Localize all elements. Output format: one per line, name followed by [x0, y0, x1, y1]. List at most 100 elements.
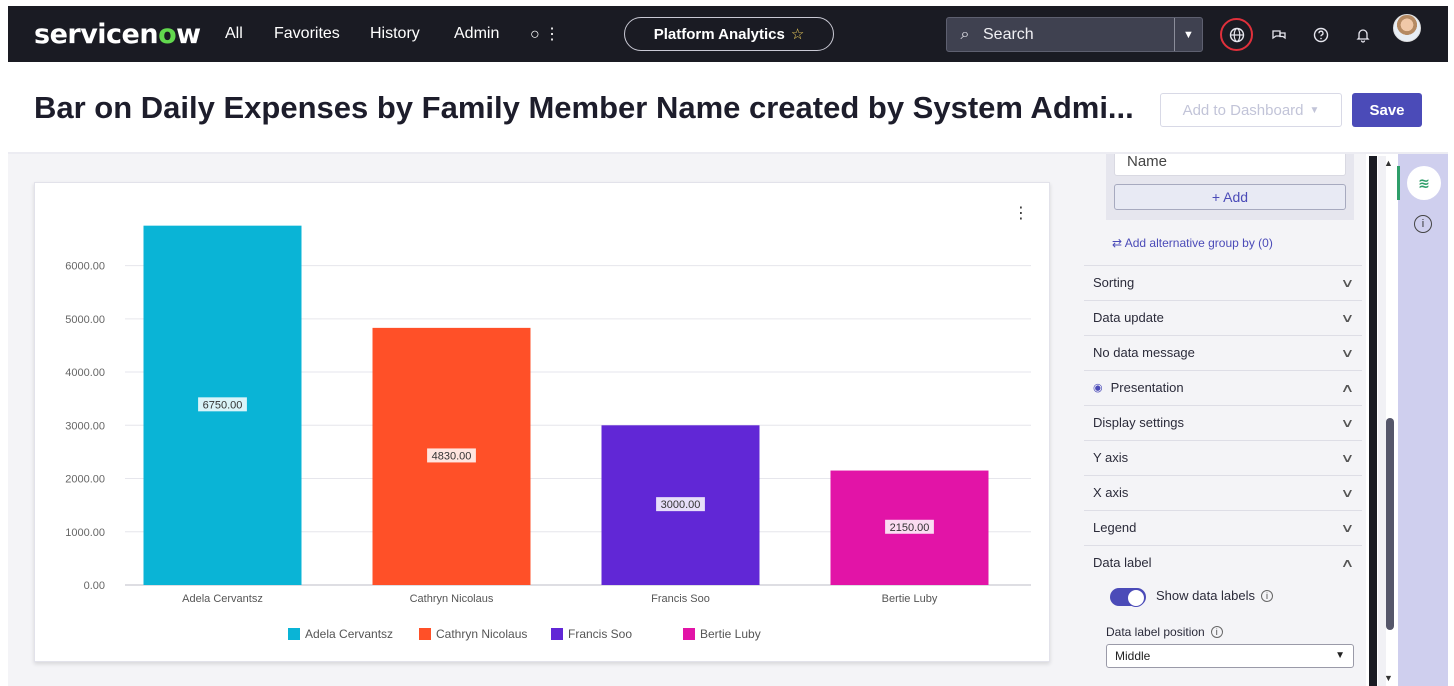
chevron-up-icon: ∧: [1340, 555, 1355, 570]
section-label: Legend: [1093, 520, 1137, 535]
user-avatar[interactable]: [1393, 14, 1421, 42]
chevron-down-icon: ∨: [1340, 485, 1355, 500]
info-icon[interactable]: i: [1261, 589, 1274, 602]
section-no-data-message[interactable]: No data message ∨: [1084, 335, 1362, 369]
servicenow-logo[interactable]: servicenow: [34, 19, 201, 50]
platform-analytics-pill[interactable]: Platform Analytics ☆: [624, 17, 834, 51]
pill-label: Platform Analytics: [653, 25, 785, 43]
section-label: Display settings: [1093, 415, 1185, 430]
chat-icon[interactable]: [1266, 22, 1292, 48]
add-to-dashboard-button[interactable]: Add to Dashboard ▼: [1160, 93, 1342, 127]
x-tick-label: Francis Soo: [651, 593, 710, 605]
section-label: X axis: [1093, 485, 1129, 500]
chart-legend: Adela Cervantsz Cathryn Nicolaus Francis S…: [35, 627, 1051, 647]
y-tick-label: 3000.00: [65, 420, 105, 432]
legend-label: Bertie Luby: [700, 627, 761, 641]
logo-text-end: w: [176, 19, 201, 50]
chevron-down-icon: ∨: [1340, 450, 1355, 465]
scroll-up-arrow-icon[interactable]: ▲: [1384, 158, 1393, 168]
x-tick-label: Cathryn Nicolaus: [410, 593, 494, 605]
chart-card: 0.00 1000.00 2000.00 3000.00 4000.00 5000.00 6…: [34, 182, 1050, 662]
alt-group-label: Add alternative group by (0): [1124, 236, 1273, 250]
legend-label: Cathryn Nicolaus: [436, 627, 528, 641]
y-tick-label: 5000.00: [65, 314, 105, 326]
data-label-position-label: Data label position: [1106, 625, 1205, 639]
chevron-up-icon: ∧: [1340, 380, 1355, 395]
search-icon: ⌕: [960, 25, 970, 43]
legend-item[interactable]: Bertie Luby: [683, 627, 761, 641]
chevron-down-icon: ∨: [1340, 345, 1355, 360]
chevron-down-icon: ∨: [1340, 310, 1355, 325]
add-group-button[interactable]: + Add: [1114, 184, 1346, 210]
section-label: Y axis: [1093, 450, 1129, 465]
nav-admin[interactable]: Admin: [454, 25, 499, 43]
settings-sliders-icon[interactable]: ≋: [1407, 166, 1441, 200]
side-rail: [1398, 154, 1448, 686]
legend-item[interactable]: Francis Soo: [551, 627, 632, 641]
data-label-position-row: Data label position i: [1106, 625, 1223, 639]
nav-favorites[interactable]: Favorites: [274, 25, 340, 43]
eye-icon: ◉: [1093, 382, 1103, 394]
y-tick-label: 6000.00: [65, 261, 105, 273]
logo-text: servicen: [34, 19, 159, 50]
section-label: Data update: [1093, 310, 1164, 325]
section-label: Presentation: [1110, 380, 1184, 395]
rail-active-indicator: [1397, 166, 1400, 200]
bar-chart: 0.00 1000.00 2000.00 3000.00 4000.00 5000.00 6…: [65, 225, 1031, 605]
section-data-label[interactable]: Data label ∧: [1084, 545, 1362, 579]
section-legend[interactable]: Legend ∨: [1084, 510, 1362, 544]
legend-item[interactable]: Adela Cervantsz: [288, 627, 393, 641]
section-x-axis[interactable]: X axis ∨: [1084, 475, 1362, 509]
section-sorting[interactable]: Sorting ∨: [1084, 265, 1362, 299]
help-icon[interactable]: [1308, 22, 1334, 48]
legend-swatch: [288, 628, 300, 640]
show-data-labels-row: Show data labels i: [1156, 588, 1274, 603]
legend-swatch: [551, 628, 563, 640]
top-navigation-bar: servicenow All Favorites History Admin ○…: [8, 6, 1448, 62]
chevron-down-icon: ▼: [1309, 104, 1320, 116]
section-label: No data message: [1093, 345, 1195, 360]
configuration-panel: Name + Add ⇄ Add alternative group by (0…: [1076, 154, 1366, 686]
scroll-down-arrow-icon[interactable]: ▼: [1384, 673, 1393, 683]
y-tick-label: 0.00: [84, 580, 105, 592]
legend-item[interactable]: Cathryn Nicolaus: [419, 627, 527, 641]
nav-all[interactable]: All: [225, 25, 243, 43]
select-arrow-icon: ▼: [1335, 650, 1345, 661]
section-label: Sorting: [1093, 275, 1135, 290]
data-label: 2150.00: [890, 522, 930, 534]
y-tick-label: 2000.00: [65, 474, 105, 486]
section-display-settings[interactable]: Display settings ∨: [1084, 405, 1362, 439]
data-label-position-select[interactable]: Middle ▼: [1106, 644, 1354, 668]
chevron-down-icon: ∨: [1340, 415, 1355, 430]
search-scope-dropdown[interactable]: ▼: [1174, 18, 1202, 51]
page-title: Bar on Daily Expenses by Family Member N…: [34, 90, 1134, 125]
group-by-field[interactable]: Name: [1114, 154, 1346, 176]
notification-bell-icon[interactable]: [1350, 22, 1376, 48]
y-tick-label: 4000.00: [65, 367, 105, 379]
legend-swatch: [419, 628, 431, 640]
show-data-labels-toggle[interactable]: [1110, 588, 1146, 607]
chevron-down-icon: ∨: [1340, 275, 1355, 290]
globe-icon[interactable]: [1224, 22, 1250, 48]
global-search[interactable]: ⌕ Search ▼: [946, 17, 1203, 52]
legend-swatch: [683, 628, 695, 640]
x-tick-label: Adela Cervantsz: [182, 593, 263, 605]
section-y-axis[interactable]: Y axis ∨: [1084, 440, 1362, 474]
data-label: 3000.00: [661, 499, 701, 511]
chart-options-menu-icon[interactable]: ⋮: [1013, 203, 1029, 223]
outer-scrollbar-track[interactable]: [1378, 156, 1386, 686]
star-icon[interactable]: ☆: [791, 25, 804, 43]
save-button[interactable]: Save: [1352, 93, 1422, 127]
nav-history[interactable]: History: [370, 25, 420, 43]
section-presentation[interactable]: ◉ Presentation ∧: [1084, 370, 1362, 404]
info-icon[interactable]: i: [1210, 626, 1223, 638]
add-alternative-group-link[interactable]: ⇄ Add alternative group by (0): [1112, 236, 1273, 250]
link-icon: ⇄: [1112, 236, 1123, 250]
search-input[interactable]: Search: [983, 26, 1174, 44]
nav-more-menu[interactable]: ○ ⋮: [530, 24, 560, 44]
data-label: 4830.00: [432, 450, 472, 462]
panel-scrollbar-track[interactable]: [1369, 156, 1377, 686]
section-data-update[interactable]: Data update ∨: [1084, 300, 1362, 334]
info-icon[interactable]: i: [1414, 215, 1432, 233]
scrollbar-thumb[interactable]: [1386, 418, 1394, 630]
